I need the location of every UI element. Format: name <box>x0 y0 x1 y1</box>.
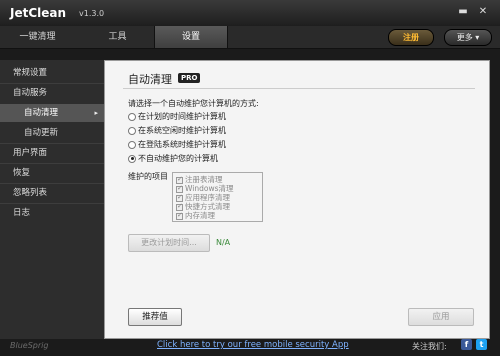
mode-prompt: 请选择一个自动维护您计算机的方式: <box>128 99 259 108</box>
facebook-icon[interactable]: f <box>461 339 472 350</box>
app-name: JetClean <box>10 6 67 20</box>
tab-tools[interactable]: 工具 <box>80 26 155 48</box>
radio-label: 在登陆系统时维护计算机 <box>138 140 226 149</box>
register-button[interactable]: 注册 <box>388 29 434 46</box>
checkbox <box>176 175 183 184</box>
radio-button[interactable] <box>128 112 136 121</box>
checkbox <box>176 202 183 211</box>
title-divider <box>123 88 475 89</box>
radio-scheduled[interactable]: 在计划的时间维护计算机 <box>128 112 226 122</box>
checklist-item-label: 内存清理 <box>185 211 215 220</box>
minimize-button[interactable]: ▬ <box>456 5 470 19</box>
app-version: v1.3.0 <box>79 9 105 18</box>
radio-label: 在系统空闲时维护计算机 <box>138 126 226 135</box>
more-button[interactable]: 更多 ▾ <box>444 29 492 46</box>
change-schedule-button: 更改计划时间... <box>128 234 210 252</box>
maintenance-items-label: 维护的项目 <box>128 172 168 181</box>
checklist-item: 注册表清理 <box>176 175 223 184</box>
sidebar-item-log[interactable]: 日志 <box>0 204 104 222</box>
checklist-item-label: 注册表清理 <box>185 175 223 184</box>
follow-us-label: 关注我们: <box>412 342 447 351</box>
checklist-item-label: 快捷方式清理 <box>185 202 230 211</box>
apply-button: 应用 <box>408 308 474 326</box>
sidebar-item-auto-clean[interactable]: 自动清理 ▸ <box>0 104 104 122</box>
sidebar: 常规设置 自动服务 自动清理 ▸ 自动更新 用户界面 恢复 忽略列表 日志 <box>0 60 104 339</box>
page-title: 自动清理 <box>128 73 172 86</box>
pro-badge: PRO <box>178 73 201 83</box>
sidebar-item-general[interactable]: 常规设置 <box>0 64 104 82</box>
tab-one-click-clean[interactable]: 一键清理 <box>0 26 75 48</box>
radio-label: 在计划的时间维护计算机 <box>138 112 226 121</box>
checklist-item-label: Windows清理 <box>185 184 234 193</box>
chevron-right-icon: ▸ <box>94 109 98 117</box>
maintenance-checklist: 注册表清理 Windows清理 应用程序清理 快捷方式清理 内存清理 <box>172 172 263 222</box>
checklist-item: 应用程序清理 <box>176 193 230 202</box>
schedule-status: N/A <box>216 238 231 247</box>
sidebar-item-user-interface[interactable]: 用户界面 <box>0 144 104 162</box>
sidebar-item-auto-update[interactable]: 自动更新 <box>0 124 104 142</box>
checkbox <box>176 184 183 193</box>
sidebar-item-ignore-list[interactable]: 忽略列表 <box>0 184 104 202</box>
recommended-button[interactable]: 推荐值 <box>128 308 182 326</box>
checklist-item-label: 应用程序清理 <box>185 193 230 202</box>
radio-idle[interactable]: 在系统空闲时维护计算机 <box>128 126 226 136</box>
radio-button[interactable] <box>128 126 136 135</box>
twitter-icon[interactable]: t <box>476 339 487 350</box>
tab-settings[interactable]: 设置 <box>154 26 228 48</box>
title-bar: JetClean v1.3.0 ▬ ✕ <box>0 0 500 26</box>
sidebar-item-restore[interactable]: 恢复 <box>0 164 104 182</box>
checkbox <box>176 211 183 220</box>
checklist-item: 快捷方式清理 <box>176 202 230 211</box>
radio-button[interactable] <box>128 140 136 149</box>
checklist-item: 内存清理 <box>176 211 215 220</box>
promo-link[interactable]: Click here to try our free mobile securi… <box>157 340 349 350</box>
close-button[interactable]: ✕ <box>476 5 490 19</box>
radio-login[interactable]: 在登陆系统时维护计算机 <box>128 140 226 150</box>
sidebar-item-label: 自动清理 <box>24 108 59 118</box>
sidebar-item-auto-service[interactable]: 自动服务 <box>0 84 104 102</box>
checklist-item: Windows清理 <box>176 184 233 193</box>
radio-never[interactable]: 不自动维护您的计算机 <box>128 154 218 164</box>
radio-button[interactable] <box>128 154 136 163</box>
checkbox <box>176 193 183 202</box>
settings-panel: 自动清理 PRO 请选择一个自动维护您计算机的方式: 在计划的时间维护计算机 在… <box>104 60 490 339</box>
brand-logo: BlueSprig <box>10 341 49 350</box>
radio-label: 不自动维护您的计算机 <box>138 154 218 163</box>
